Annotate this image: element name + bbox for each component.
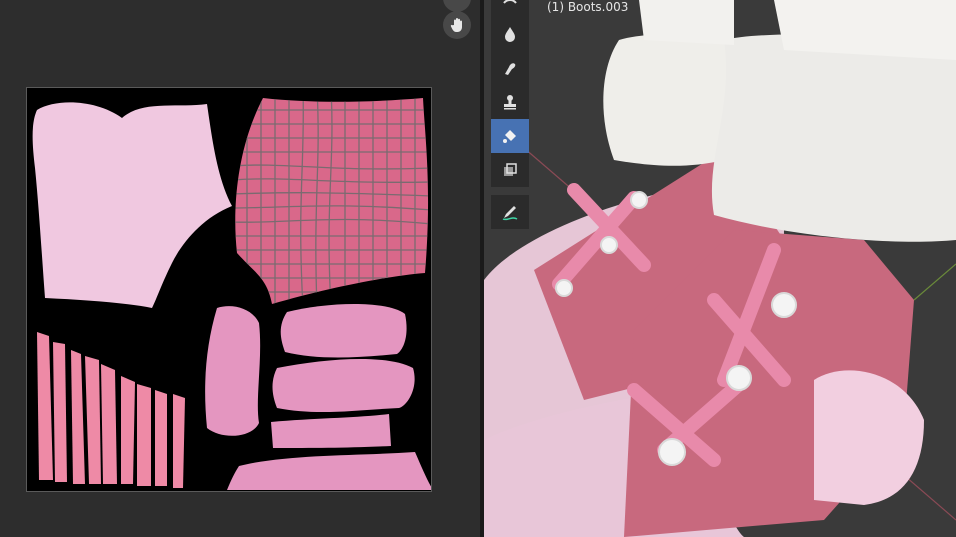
clone-stamp-icon xyxy=(504,95,516,110)
tool-fill[interactable] xyxy=(491,119,529,153)
tool-smudge[interactable] xyxy=(491,51,529,85)
object-label: (1) Boots.003 xyxy=(547,0,629,14)
mask-icon xyxy=(504,163,517,176)
uv-editor xyxy=(0,0,480,537)
view-control-button[interactable] xyxy=(443,0,471,12)
viewport-scene xyxy=(484,0,956,537)
smudge-icon xyxy=(505,63,516,75)
tool-mask[interactable] xyxy=(491,153,529,187)
texture-image-canvas[interactable] xyxy=(26,87,432,492)
hand-pan-icon xyxy=(450,18,462,32)
3d-viewport[interactable] xyxy=(484,0,956,537)
uv-island-upper xyxy=(32,102,233,308)
uv-island-heel xyxy=(272,358,415,413)
uv-island-laces xyxy=(37,332,185,488)
tool-annotate[interactable] xyxy=(491,195,529,229)
pan-view-button[interactable] xyxy=(443,11,471,39)
uv-island-side xyxy=(205,306,261,436)
blur-drop-icon xyxy=(505,27,515,42)
uv-island-sole xyxy=(227,452,431,490)
uv-island-grid xyxy=(235,98,429,304)
tool-clone[interactable] xyxy=(491,85,529,119)
uv-island-tongue xyxy=(280,304,407,358)
tool-smear[interactable] xyxy=(491,0,529,17)
annotate-pencil-icon xyxy=(502,206,518,221)
texture-islands xyxy=(32,98,431,490)
tool-blur[interactable] xyxy=(491,17,529,51)
smear-brush-icon xyxy=(503,0,517,4)
fill-bucket-icon xyxy=(503,130,516,143)
uv-island-strip xyxy=(271,414,391,448)
